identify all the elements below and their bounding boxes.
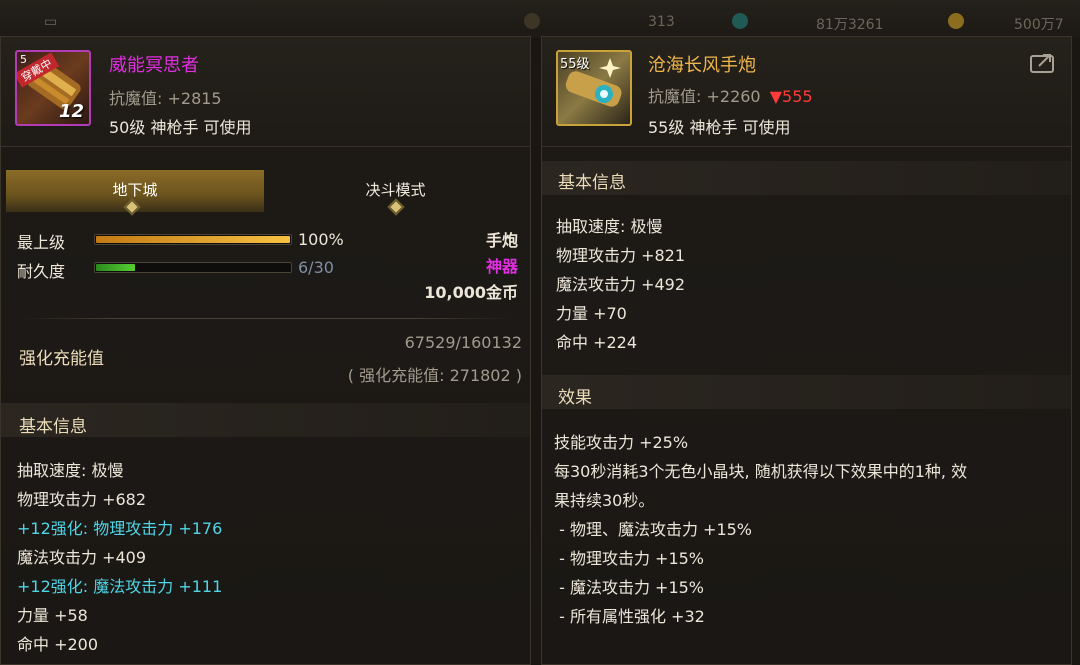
stat-line: 抽取速度: 极慢 xyxy=(17,461,124,480)
effect-line: - 物理、魔法攻击力 +15% xyxy=(554,520,753,539)
hud-count-c: 500万7 xyxy=(1014,17,1064,33)
hud-menu-icon[interactable]: ▭ xyxy=(44,14,57,30)
compare-item-tooltip: 55级 沧海长风手炮 抗魔值: +2260 ▼555 55级 神枪手 可使用 基… xyxy=(541,36,1072,665)
hud-settings-icon[interactable] xyxy=(524,13,540,29)
share-button[interactable] xyxy=(1029,50,1057,74)
stat-line: 物理攻击力 +682 xyxy=(17,490,147,509)
compare-basic-title: 基本信息 xyxy=(558,173,626,193)
equipped-item-name: 威能冥思者 xyxy=(109,55,199,76)
effect-line: 果持续30秒。 xyxy=(554,491,655,510)
durability-bar-fill xyxy=(96,264,135,271)
compare-item-name: 沧海长风手炮 xyxy=(648,55,756,76)
grade-bar-fill xyxy=(96,236,290,243)
stat-line: 魔法攻击力 +492 xyxy=(556,275,686,294)
durability-value: 6/30 xyxy=(298,258,334,277)
weapon-type: 手炮 xyxy=(485,231,518,250)
stat-line: 力量 +58 xyxy=(17,606,88,625)
basic-info-title: 基本信息 xyxy=(19,417,87,437)
effect-line: - 所有属性强化 +32 xyxy=(554,607,705,626)
effect-line: - 魔法攻击力 +15% xyxy=(554,578,705,597)
rarity-label: 神器 xyxy=(485,257,518,276)
divider xyxy=(21,318,511,319)
equipped-level-tag: 5 xyxy=(20,53,27,66)
equipped-item-tooltip: 5 穿戴中 12 威能冥思者 抗魔值: +2815 50级 神枪手 可使用 地下… xyxy=(0,36,531,665)
stat-line: +12强化: 魔法攻击力 +111 xyxy=(17,577,223,596)
stat-line: 物理攻击力 +821 xyxy=(556,246,686,265)
stat-line: 魔法攻击力 +409 xyxy=(17,548,147,567)
price-label: 10,000金币 xyxy=(424,283,518,302)
hud-gem-icon xyxy=(732,13,748,29)
hud-count-a: 313 xyxy=(648,14,675,30)
equipped-item-header: 5 穿戴中 12 威能冥思者 抗魔值: +2815 50级 神枪手 可使用 xyxy=(1,37,530,147)
effect-line: 技能攻击力 +25% xyxy=(554,433,689,452)
compare-item-icon: 55级 xyxy=(556,50,632,126)
compare-resist: 抗魔值: +2260 ▼555 xyxy=(648,87,813,106)
hud-gold-icon xyxy=(948,13,964,29)
stat-line: 力量 +70 xyxy=(556,304,627,323)
effect-title: 效果 xyxy=(558,388,592,408)
equipped-resist: 抗魔值: +2815 xyxy=(109,89,222,108)
share-icon xyxy=(1030,54,1054,73)
grade-bar xyxy=(94,234,292,245)
effect-band xyxy=(542,375,1071,409)
stat-line: +12强化: 物理攻击力 +176 xyxy=(17,519,223,538)
mode-tabs: 地下城 决斗模式 xyxy=(6,170,527,216)
hud-count-b: 81万3261 xyxy=(816,17,884,33)
stat-line: 命中 +224 xyxy=(556,333,638,352)
resist-decrease: ▼555 xyxy=(769,87,813,106)
durability-bar xyxy=(94,262,292,273)
charge-sub: ( 强化充能值: 271802 ) xyxy=(347,366,522,385)
grade-value: 100% xyxy=(298,230,344,249)
compare-requirement: 55级 神枪手 可使用 xyxy=(648,118,791,137)
stat-line: 抽取速度: 极慢 xyxy=(556,217,663,236)
top-hud: ▭ 313 81万3261 500万7 xyxy=(0,0,1080,38)
stat-line: 命中 +200 xyxy=(17,635,99,654)
charge-title: 强化充能值 xyxy=(19,349,104,369)
equipped-item-icon: 5 穿戴中 12 xyxy=(15,50,91,126)
charge-value: 67529/160132 xyxy=(404,333,522,352)
equipped-requirement: 50级 神枪手 可使用 xyxy=(109,118,252,137)
durability-label: 耐久度 xyxy=(17,262,66,281)
effect-line: - 物理攻击力 +15% xyxy=(554,549,705,568)
compare-level-tag: 55级 xyxy=(560,57,590,72)
upgrade-level-badge: 12 xyxy=(58,101,84,122)
effect-line: 每30秒消耗3个无色小晶块, 随机获得以下效果中的1种, 效 xyxy=(554,462,968,481)
grade-label: 最上级 xyxy=(17,233,66,252)
compare-item-header: 55级 沧海长风手炮 抗魔值: +2260 ▼555 55级 神枪手 可使用 xyxy=(542,37,1071,147)
